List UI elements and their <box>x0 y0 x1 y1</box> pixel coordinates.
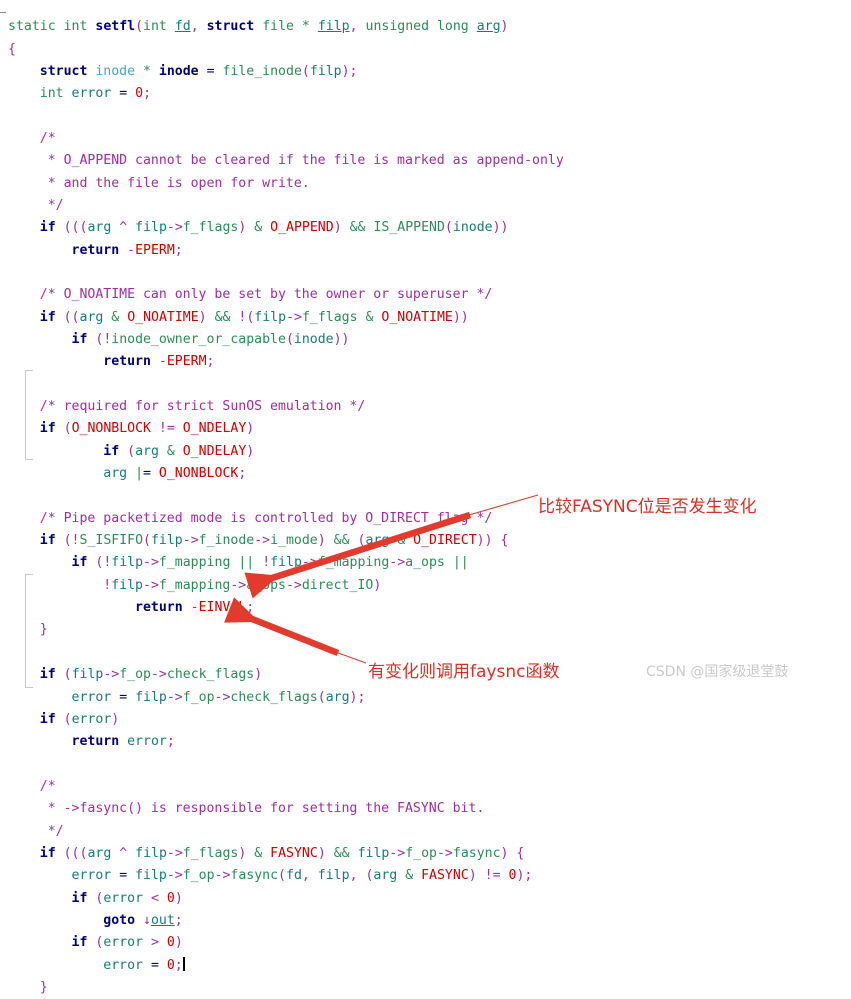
code-line: * O_APPEND cannot be cleared if the file… <box>47 153 564 169</box>
code-line: if (error) <box>39 711 120 727</box>
csdn-watermark: CSDN @国家级退堂鼓 <box>646 664 789 680</box>
code-line: * and the file is open for write. <box>47 175 310 191</box>
code-line: error = filp->f_op->fasync(fd, filp, (ar… <box>71 868 533 884</box>
code-line: return -EINVAL; <box>135 600 255 616</box>
code-line: if (!filp->f_mapping || !filp->f_mapping… <box>71 555 469 571</box>
code-line: return error; <box>71 734 175 750</box>
code-line: int error = 0; <box>39 86 152 102</box>
code-line: return -EPERM; <box>103 354 215 370</box>
code-line: error = 0; <box>103 956 185 973</box>
code-line: arg |= O_NONBLOCK; <box>103 466 247 482</box>
code-line: } <box>39 979 48 995</box>
code-line: /* required for strict SunOS emulation *… <box>39 399 366 415</box>
code-line: if (!S_ISFIFO(filp->f_inode->i_mode) && … <box>39 533 509 549</box>
code-line: /* O_NOATIME can only be set by the owne… <box>39 287 493 303</box>
code-line: */ <box>47 823 64 839</box>
code-line: } <box>39 622 48 638</box>
code-editor[interactable]: static int setfl(int fd, struct file * f… <box>0 0 851 995</box>
code-line: goto ↓out; <box>103 912 183 928</box>
text-caret <box>182 956 185 971</box>
code-line: return -EPERM; <box>71 242 183 258</box>
code-line: if (((arg ^ filp->f_flags) & O_APPEND) &… <box>39 220 509 236</box>
code-line: static int setfl(int fd, struct file * f… <box>8 19 509 35</box>
code-line: if ((arg & O_NOATIME) && !(filp->f_flags… <box>39 309 469 325</box>
annotation-label-fasync-compare: 比较FASYNC位是否发生变化 <box>538 497 757 517</box>
code-line: if (arg & O_NDELAY) <box>103 443 255 459</box>
code-line: * ->fasync() is responsible for setting … <box>47 801 485 817</box>
code-line: error = filp->f_op->check_flags(arg); <box>71 689 366 705</box>
code-line: { <box>8 41 16 57</box>
code-line: /* <box>39 778 56 794</box>
fold-marker-line-1[interactable] <box>0 12 6 13</box>
code-line: struct inode * inode = file_inode(filp); <box>39 63 358 79</box>
code-line: if (O_NONBLOCK != O_NDELAY) <box>39 421 255 437</box>
annotation-label-call-fasync: 有变化则调用faysnc函数 <box>368 662 560 682</box>
code-line: */ <box>47 197 64 213</box>
code-line: /* <box>39 130 56 146</box>
code-line: if (!inode_owner_or_capable(inode)) <box>71 332 350 347</box>
code-line: !filp->f_mapping->a_ops->direct_IO) <box>103 577 382 593</box>
code-line: if (error > 0) <box>71 935 183 951</box>
code-line: if (((arg ^ filp->f_flags) & FASYNC) && … <box>39 845 525 861</box>
code-line: if (error < 0) <box>71 890 183 906</box>
